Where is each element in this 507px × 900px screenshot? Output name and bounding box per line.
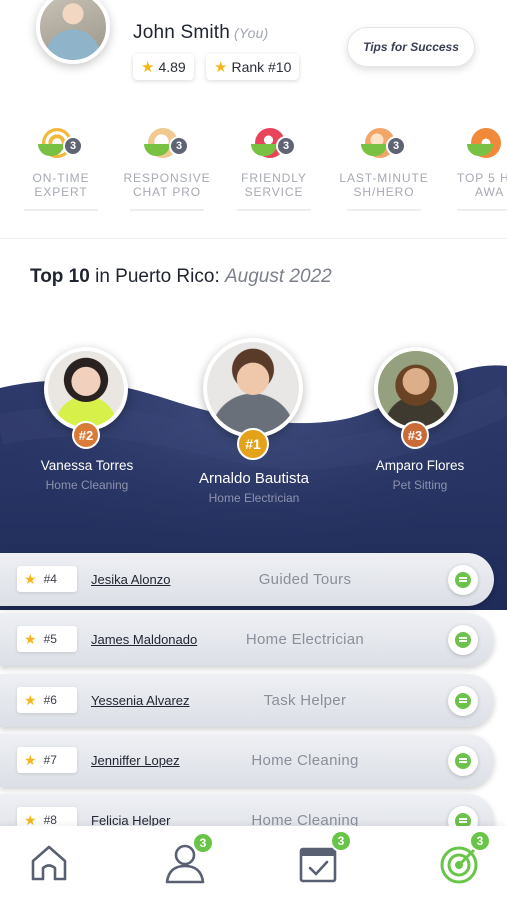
- you-tag: (You): [234, 25, 269, 41]
- podium-name-1: Arnaldo Bautista: [198, 470, 310, 487]
- rank-value: Rank #10: [231, 59, 292, 75]
- podium-name-3: Amparo Flores: [375, 458, 465, 473]
- star-icon: ★: [24, 691, 37, 708]
- rating-value: 4.89: [158, 59, 186, 75]
- row-provider-link[interactable]: James Maldonado: [91, 632, 197, 647]
- badge-last-minute-hero[interactable]: 3 LAST-MINUTE SH/HERO: [336, 122, 432, 211]
- award-icon: [467, 122, 507, 162]
- chat-icon[interactable]: [448, 746, 478, 776]
- month-label[interactable]: August 2022: [225, 266, 332, 287]
- nav-profile[interactable]: 3: [146, 826, 226, 900]
- row-service: Guided Tours: [258, 571, 352, 588]
- chat-icon[interactable]: [448, 625, 478, 655]
- nav-calendar[interactable]: 3: [278, 826, 358, 900]
- podium-service-1: Home Electrician: [208, 491, 300, 505]
- podium-avatar-rank-3[interactable]: [374, 347, 458, 431]
- bottom-nav: 3 3 3: [0, 826, 507, 900]
- star-icon: ★: [24, 630, 37, 647]
- home-icon: [31, 845, 67, 881]
- rank-badge-3: #3: [401, 421, 429, 449]
- podium-service-3: Pet Sitting: [392, 478, 448, 492]
- chat-icon[interactable]: [448, 686, 478, 716]
- leaderboard-row[interactable]: ★ #7 Jenniffer Lopez Home Cleaning: [0, 734, 494, 787]
- podium-avatar-rank-2[interactable]: [44, 347, 128, 431]
- top-10-heading: Top 10 in Puerto Rico: August 2022: [30, 266, 332, 287]
- podium-avatar-rank-1[interactable]: [203, 338, 303, 438]
- leaderboard-row[interactable]: ★ #4 Jesika Alonzo Guided Tours: [0, 553, 494, 606]
- leaderboard-row[interactable]: ★ #6 Yessenia Alvarez Task Helper: [0, 674, 494, 727]
- leaderboard-row[interactable]: ★ #5 James Maldonado Home Electrician: [0, 613, 494, 666]
- target-icon: 3: [38, 122, 84, 162]
- star-icon: ★: [24, 751, 37, 768]
- row-rank-chip: ★ #4: [17, 566, 77, 592]
- row-rank-chip: ★ #7: [17, 747, 77, 773]
- nav-profile-badge: 3: [192, 832, 214, 854]
- podium-service-2: Home Cleaning: [45, 478, 129, 492]
- rank-badge-1: #1: [237, 428, 269, 460]
- star-icon: ★: [214, 59, 228, 76]
- nav-rewards[interactable]: 3: [421, 826, 501, 900]
- podium-name-2: Vanessa Torres: [40, 458, 134, 473]
- nav-calendar-badge: 3: [330, 830, 352, 852]
- row-provider-link[interactable]: Jesika Alonzo: [91, 572, 171, 587]
- chat-icon[interactable]: [448, 565, 478, 595]
- row-rank-chip: ★ #5: [17, 626, 77, 652]
- nav-home[interactable]: [9, 826, 89, 900]
- badge-on-time-expert[interactable]: 3 ON-TIME EXPERT: [13, 122, 109, 211]
- nav-rewards-badge: 3: [469, 830, 491, 852]
- badge-responsive-chat-pro[interactable]: 3 RESPONSIVE CHAT PRO: [119, 122, 215, 211]
- tips-for-success-button[interactable]: Tips for Success: [347, 27, 475, 67]
- user-name-text: John Smith: [133, 22, 231, 43]
- chat-bubble-icon: 3: [144, 122, 190, 162]
- star-icon: ★: [24, 570, 37, 587]
- user-avatar[interactable]: [36, 0, 110, 64]
- hero-icon: 3: [361, 122, 407, 162]
- star-icon: ★: [141, 59, 155, 76]
- row-service: Task Helper: [263, 692, 347, 709]
- row-service: Home Cleaning: [251, 752, 359, 769]
- row-rank-chip: ★ #6: [17, 687, 77, 713]
- rank-chip: ★ Rank #10: [206, 54, 300, 80]
- badge-top-5-award[interactable]: TOP 5 H AWA: [447, 122, 507, 211]
- user-name: John Smith (You): [133, 22, 269, 44]
- row-provider-link[interactable]: Jenniffer Lopez: [91, 753, 180, 768]
- row-provider-link[interactable]: Yessenia Alvarez: [91, 693, 190, 708]
- row-service: Home Electrician: [245, 631, 365, 648]
- rating-chip: ★ 4.89: [133, 54, 194, 80]
- badge-friendly-service[interactable]: 3 FRIENDLY SERVICE: [226, 122, 322, 211]
- achievement-badges[interactable]: 3 ON-TIME EXPERT 3 RESPONSIVE CHAT PRO 3 F…: [0, 122, 507, 217]
- section-divider: [0, 238, 507, 239]
- rank-badge-2: #2: [72, 421, 100, 449]
- heart-like-icon: 3: [251, 122, 297, 162]
